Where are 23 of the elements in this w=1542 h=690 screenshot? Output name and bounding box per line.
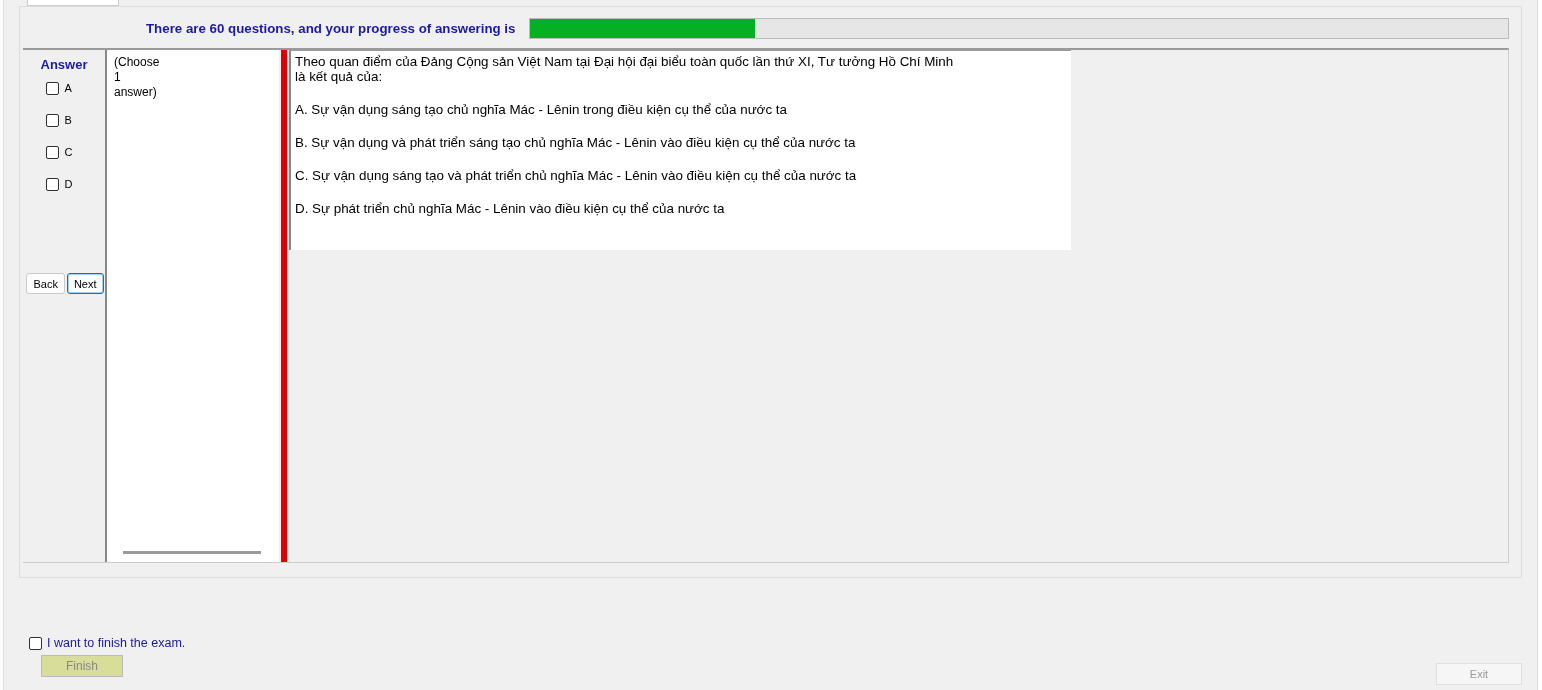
finish-checkbox[interactable]: [29, 636, 42, 650]
answer-checkbox[interactable]: [45, 81, 59, 95]
instruction-text: (Choose: [114, 55, 161, 70]
choice-text: D. Sự phát triển chủ nghĩa Mác - Lênin vào điều kiện cụ thể của nước ta: [295, 201, 726, 216]
next-button[interactable]: Next: [66, 273, 104, 294]
answer-heading: Answer: [40, 57, 88, 72]
finish-label: I want to finish the exam.: [47, 636, 186, 650]
option-label: D: [64, 178, 73, 190]
back-button[interactable]: Back: [26, 273, 65, 294]
instruction-text: answer): [114, 85, 158, 100]
instruction-text: 1: [114, 70, 122, 85]
question-stem: Theo quan điểm của Đảng Cộng sản Việt Nam tại Đại hội đại biểu toàn quốc lần thứ XI, Tư tưởng Hồ Chí Minh: [295, 54, 955, 69]
answer-checkbox[interactable]: [45, 145, 59, 159]
choice-text: B. Sự vận dụng và phát triển sáng tạo chủ nghĩa Mác - Lênin vào điều kiện cụ thể của nước ta: [295, 135, 857, 150]
choice-text: A. Sự vận dụng sáng tạo chủ nghĩa Mác - Lênin trong điều kiện cụ thể của nước ta: [295, 102, 788, 117]
choice-text: C. Sự vận dụng sáng tạo và phát triển chủ nghĩa Mác - Lênin vào điều kiện cụ thể của nước ta: [295, 168, 858, 183]
progress-label: There are 60 questions, and your progress of answering is: [146, 21, 516, 36]
option-label: C: [64, 146, 73, 158]
option-label: A: [64, 82, 72, 94]
option-label: B: [64, 114, 72, 126]
question-stem: là kết quả của:: [295, 69, 384, 84]
answer-checkbox[interactable]: [45, 177, 59, 191]
answer-checkbox[interactable]: [45, 113, 59, 127]
